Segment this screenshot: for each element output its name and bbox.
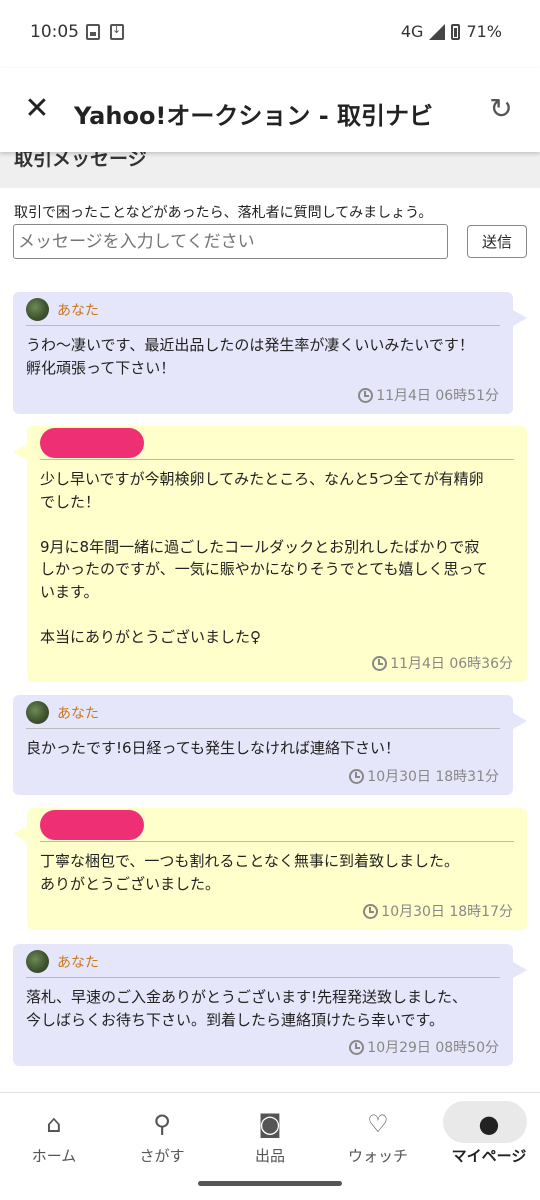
- nav-sell[interactable]: ◙ 出品: [216, 1093, 324, 1177]
- nav-label: さがす: [139, 1147, 185, 1165]
- timestamp: 10月30日 18時31分: [367, 769, 499, 785]
- section-title: 取引メッセージ: [14, 152, 147, 170]
- avatar: [26, 298, 49, 321]
- sender-name: あなた: [57, 955, 99, 971]
- message-text: うわ〜凄いです、最近出品したのは発生率が凄くいいみたいです！ 孵化頑張って下さい…: [26, 336, 474, 377]
- timestamp: 10月29日 08時50分: [367, 1040, 499, 1056]
- sim-card-icon: [86, 24, 100, 40]
- message-text: 落札、早速のご入金ありがとうございます!先程発送致しました、 今しばらくお待ち下…: [26, 988, 468, 1029]
- message-header: [40, 808, 514, 842]
- message-text: 良かったです!6日経っても発生しなければ連絡下さい！: [26, 739, 401, 757]
- message-time: 10月30日 18時17分: [363, 901, 513, 921]
- message-bubble-mine: あなた うわ〜凄いです、最近出品したのは発生率が凄くいいみたいです！ 孵化頑張っ…: [13, 292, 527, 414]
- message-text: 少し早いですが今朝検卵してみたところ、なんと5つ全てが有精卵 でした！ 9月に8…: [40, 470, 488, 646]
- clock-icon: [358, 387, 374, 403]
- message-bubble-other: 丁寧な梱包で、一つも割れることなく無事に到着致しました。 ありがとうございました…: [13, 808, 527, 930]
- message-time: 10月30日 18時31分: [349, 766, 499, 786]
- status-right: 4G 71%: [401, 22, 502, 41]
- message-bubble-mine: あなた 落札、早速のご入金ありがとうございます!先程発送致しました、 今しばらく…: [13, 944, 527, 1066]
- avatar: [26, 701, 49, 724]
- timestamp: 11月4日 06時51分: [376, 388, 499, 404]
- nav-label: 出品: [254, 1147, 285, 1165]
- status-notification-icons: [86, 23, 124, 40]
- send-button[interactable]: 送信: [467, 225, 527, 258]
- status-time: 10:05: [30, 22, 79, 42]
- sender-name: あなた: [57, 303, 99, 319]
- clock-icon: [349, 768, 365, 784]
- battery-level: 71%: [466, 22, 502, 41]
- clock-icon: [363, 903, 379, 919]
- sender-name: あなた: [57, 706, 99, 722]
- battery-icon: [451, 23, 461, 40]
- download-icon: [110, 23, 124, 40]
- redacted-sender: [40, 428, 144, 458]
- nav-home[interactable]: ⌂ ホーム: [0, 1093, 108, 1177]
- message-time: 11月4日 06時36分: [372, 653, 513, 673]
- message-header: あなた: [26, 292, 500, 326]
- nav-label: ホーム: [31, 1147, 77, 1165]
- message-text: 丁寧な梱包で、一つも割れることなく無事に到着致しました。 ありがとうございました…: [40, 852, 459, 893]
- compose-area: 送信: [0, 224, 540, 278]
- message-header: あなた: [26, 695, 500, 729]
- nav-mypage[interactable]: ● マイページ: [441, 1093, 537, 1177]
- reload-icon[interactable]: ↻: [486, 94, 516, 124]
- intro-text: 取引で困ったことなどがあったら、落札者に質問してみましょう。: [14, 205, 433, 221]
- avatar: [26, 950, 49, 973]
- message-bubble-mine: あなた 良かったです!6日経っても発生しなければ連絡下さい！ 10月30日 18…: [13, 695, 527, 795]
- close-icon[interactable]: ✕: [22, 94, 52, 124]
- status-bar: 10:05 4G 71%: [0, 0, 540, 68]
- content-area[interactable]: 取引メッセージ 取引で困ったことなどがあったら、落札者に質問してみましょう。 送…: [0, 152, 540, 1092]
- message-header: あなた: [26, 944, 500, 978]
- message-header: [40, 426, 514, 460]
- timestamp: 11月4日 06時36分: [390, 656, 513, 672]
- page-title: Yahoo!オークション - 取引ナビ: [74, 102, 434, 130]
- nav-search[interactable]: ⚲ さがす: [108, 1093, 216, 1177]
- home-icon: ⌂: [46, 1110, 62, 1138]
- app-bar: ✕ Yahoo!オークション - 取引ナビ ↻: [0, 68, 540, 152]
- message-time: 11月4日 06時51分: [358, 385, 499, 405]
- home-gesture-handle[interactable]: [198, 1181, 342, 1186]
- nav-label: マイページ: [451, 1147, 527, 1165]
- signal-icon: [429, 23, 446, 40]
- person-icon: ●: [478, 1110, 500, 1138]
- section-header: 取引メッセージ: [0, 152, 540, 188]
- heart-icon: ♡: [367, 1110, 389, 1138]
- camera-icon: ◙: [258, 1110, 282, 1138]
- message-input[interactable]: [13, 224, 448, 259]
- message-bubble-other: 少し早いですが今朝検卵してみたところ、なんと5つ全てが有精卵 でした！ 9月に8…: [13, 426, 527, 682]
- clock-icon: [372, 655, 388, 671]
- nav-watch[interactable]: ♡ ウォッチ: [324, 1093, 432, 1177]
- clock-icon: [349, 1039, 365, 1055]
- timestamp: 10月30日 18時17分: [381, 904, 513, 920]
- search-icon: ⚲: [153, 1110, 171, 1138]
- nav-label: ウォッチ: [347, 1147, 408, 1165]
- redacted-sender: [40, 810, 144, 840]
- network-type: 4G: [400, 22, 424, 41]
- message-time: 10月29日 08時50分: [349, 1037, 499, 1057]
